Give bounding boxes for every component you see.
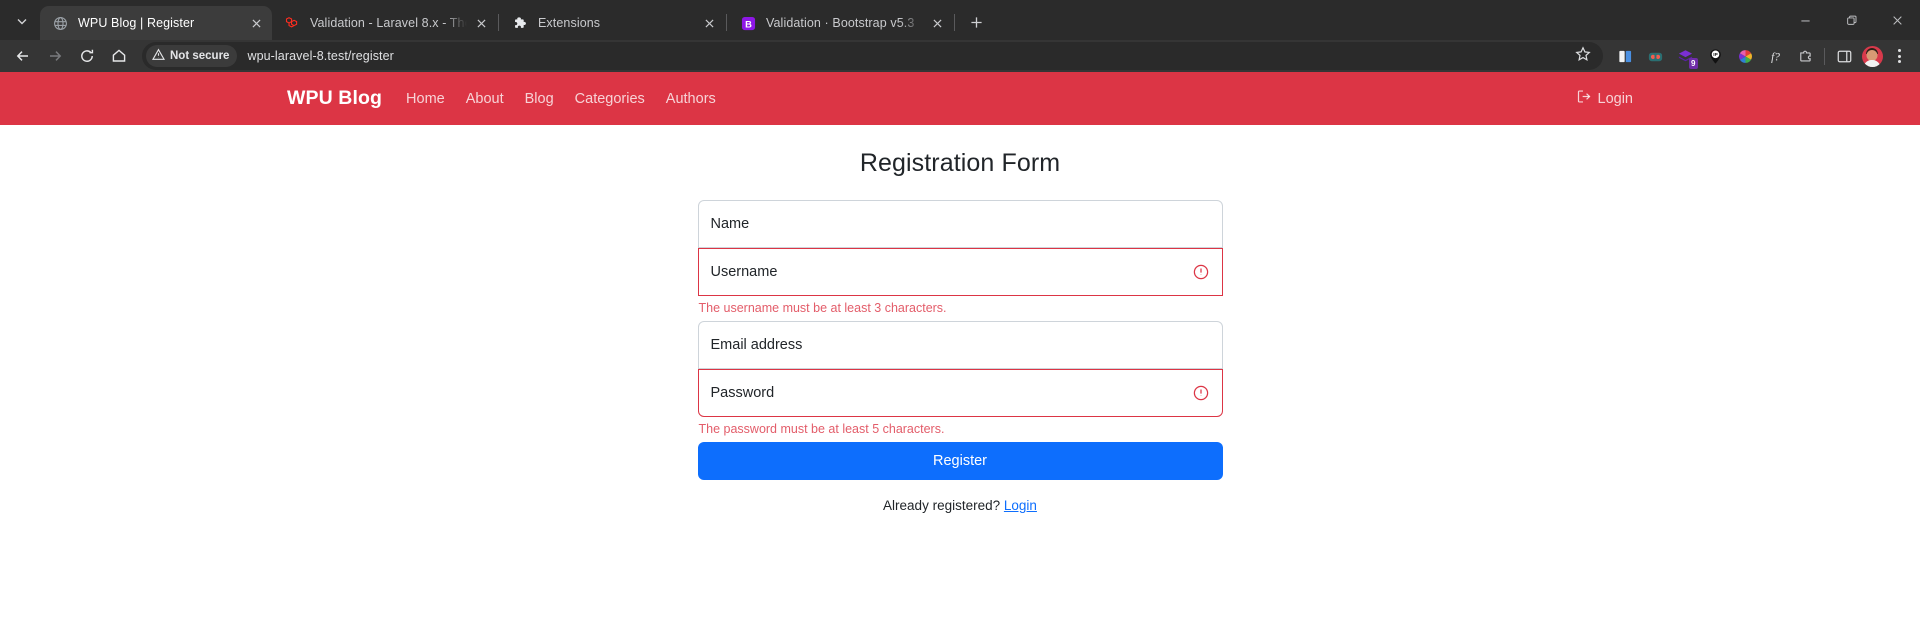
svg-text:IP: IP bbox=[1713, 52, 1717, 58]
nav-item-authors[interactable]: Authors bbox=[666, 91, 716, 107]
close-icon[interactable] bbox=[471, 13, 491, 33]
email-field-placeholder: Email address bbox=[710, 337, 803, 353]
extensions-puzzle-icon[interactable] bbox=[1791, 42, 1819, 70]
laravel-icon bbox=[284, 15, 301, 32]
font-question-icon[interactable]: f? bbox=[1761, 42, 1789, 70]
browser-tab-1[interactable]: WPU Blog | Register bbox=[40, 6, 272, 40]
forward-arrow-icon[interactable] bbox=[40, 41, 70, 71]
maximize-icon[interactable] bbox=[1828, 0, 1874, 40]
page-viewport: WPU Blog Home About Blog Categories Auth… bbox=[0, 72, 1920, 625]
email-password-group: Email address Password bbox=[697, 321, 1223, 417]
warning-triangle-icon bbox=[151, 48, 166, 64]
globe-icon bbox=[52, 15, 69, 32]
url-text[interactable]: wpu-laravel-8.test/register bbox=[247, 49, 394, 63]
browser-toolbar: Not secure wpu-laravel-8.test/register 9… bbox=[0, 40, 1920, 72]
nav-item-blog[interactable]: Blog bbox=[525, 91, 554, 107]
reload-icon[interactable] bbox=[72, 41, 102, 71]
password-error-message: The password must be at least 5 characte… bbox=[698, 422, 945, 436]
puzzle-piece-icon bbox=[512, 15, 529, 32]
browser-window: WPU Blog | Register Validation - Laravel… bbox=[0, 0, 1920, 625]
already-registered-text: Already registered? Login bbox=[698, 498, 1223, 513]
page-content: Registration Form Name Username The user… bbox=[0, 125, 1920, 513]
security-label: Not secure bbox=[170, 50, 230, 62]
nav-item-categories[interactable]: Categories bbox=[575, 91, 645, 107]
robot-icon[interactable] bbox=[1641, 42, 1669, 70]
close-icon[interactable] bbox=[927, 13, 947, 33]
password-field[interactable]: Password bbox=[697, 369, 1223, 417]
ip-pin-icon[interactable]: IP bbox=[1701, 42, 1729, 70]
browser-tab-4[interactable]: B Validation · Bootstrap v5.3 bbox=[728, 6, 953, 40]
password-field-placeholder: Password bbox=[710, 385, 775, 401]
color-wheel-icon[interactable] bbox=[1731, 42, 1759, 70]
nav-item-home[interactable]: Home bbox=[406, 91, 445, 107]
username-error-message: The username must be at least 3 characte… bbox=[698, 301, 947, 315]
tab-search-button[interactable] bbox=[8, 7, 36, 35]
address-bar[interactable]: Not secure wpu-laravel-8.test/register bbox=[142, 42, 1603, 70]
error-exclamation-icon bbox=[1193, 264, 1209, 280]
site-nav-links: Home About Blog Categories Authors bbox=[406, 91, 716, 107]
browser-tab-3[interactable]: Extensions bbox=[500, 6, 725, 40]
window-controls bbox=[1782, 0, 1920, 40]
tab-strip: WPU Blog | Register Validation - Laravel… bbox=[0, 0, 1920, 40]
three-dot-menu-icon[interactable] bbox=[1886, 43, 1912, 69]
name-username-group: Name Username bbox=[697, 200, 1223, 296]
nav-login-link[interactable]: Login bbox=[1577, 89, 1633, 108]
tab-divider bbox=[498, 14, 499, 31]
site-brand[interactable]: WPU Blog bbox=[287, 87, 382, 110]
tab-title: WPU Blog | Register bbox=[78, 16, 195, 30]
error-exclamation-icon bbox=[1193, 385, 1209, 401]
new-tab-button[interactable] bbox=[962, 8, 990, 36]
svg-text:B: B bbox=[745, 19, 752, 29]
name-field[interactable]: Name bbox=[697, 200, 1223, 248]
tab-title: Validation - Laravel 8.x - The PHP Frame… bbox=[310, 16, 467, 30]
side-panel-icon[interactable] bbox=[1830, 42, 1858, 70]
tab-divider bbox=[954, 14, 955, 31]
sign-in-icon bbox=[1577, 89, 1592, 108]
extension-badge-count: 9 bbox=[1688, 58, 1698, 69]
nav-login-label: Login bbox=[1597, 90, 1633, 107]
registration-form: Registration Form Name Username The user… bbox=[697, 149, 1223, 513]
avatar[interactable] bbox=[1858, 42, 1886, 70]
tab-title: Validation · Bootstrap v5.3 bbox=[766, 16, 915, 30]
close-icon[interactable] bbox=[246, 13, 266, 33]
register-button[interactable]: Register bbox=[697, 442, 1223, 480]
already-registered-label: Already registered? bbox=[883, 498, 1001, 513]
extension-icons: 9 IP f? bbox=[1611, 42, 1819, 70]
username-field[interactable]: Username bbox=[697, 248, 1223, 296]
username-field-placeholder: Username bbox=[710, 264, 778, 280]
close-icon[interactable] bbox=[699, 13, 719, 33]
bootstrap-b-icon: B bbox=[740, 15, 757, 32]
name-field-placeholder: Name bbox=[710, 216, 750, 232]
close-icon[interactable] bbox=[1874, 0, 1920, 40]
svg-text:f?: f? bbox=[1771, 51, 1780, 63]
home-icon[interactable] bbox=[104, 41, 134, 71]
page-title: Registration Form bbox=[859, 149, 1061, 177]
site-security-badge[interactable]: Not secure bbox=[146, 45, 238, 67]
site-navbar: WPU Blog Home About Blog Categories Auth… bbox=[0, 72, 1920, 125]
back-arrow-icon[interactable] bbox=[8, 41, 38, 71]
minimize-icon[interactable] bbox=[1782, 0, 1828, 40]
browser-tab-2[interactable]: Validation - Laravel 8.x - The PHP Frame… bbox=[272, 6, 497, 40]
layers-icon[interactable]: 9 bbox=[1671, 42, 1699, 70]
toolbar-divider bbox=[1824, 47, 1825, 65]
star-icon[interactable] bbox=[1575, 46, 1595, 66]
profile-avatar bbox=[1861, 45, 1883, 67]
tab-title: Extensions bbox=[538, 16, 601, 30]
reading-list-icon[interactable] bbox=[1611, 42, 1639, 70]
nav-item-about[interactable]: About bbox=[466, 91, 504, 107]
email-field[interactable]: Email address bbox=[697, 321, 1223, 369]
tab-divider bbox=[726, 14, 727, 31]
login-link[interactable]: Login bbox=[1004, 498, 1037, 513]
